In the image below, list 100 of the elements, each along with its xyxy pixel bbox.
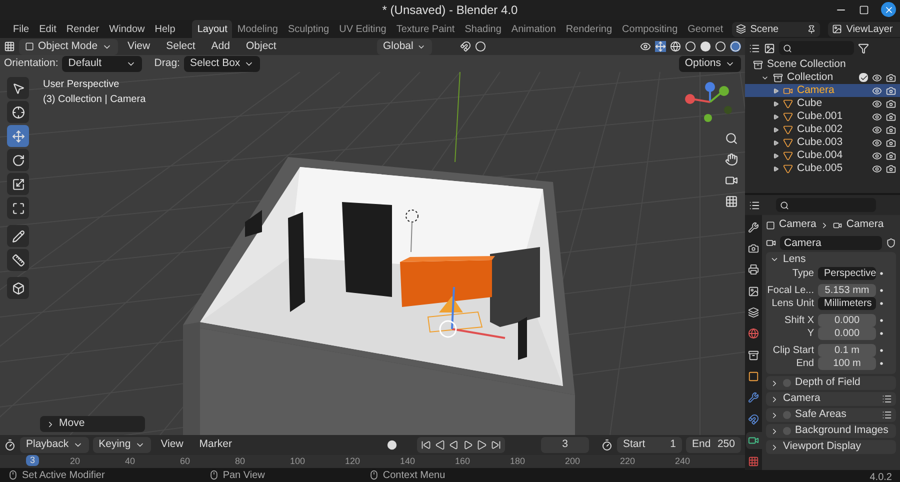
outliner-item[interactable]: Collection (787, 70, 834, 86)
outliner-row[interactable]: Cube.001 (745, 110, 900, 123)
eye-icon[interactable] (872, 86, 882, 96)
workspace-tab[interactable]: Layout (192, 20, 232, 38)
properties-tab[interactable] (746, 432, 762, 449)
hand-icon[interactable] (725, 153, 738, 166)
tool-button[interactable] (7, 225, 29, 247)
prev-keyframe-icon[interactable] (434, 440, 445, 450)
menu-item[interactable]: Help (150, 22, 180, 36)
checkbox[interactable] (783, 379, 791, 387)
keyframe-dot-icon[interactable] (880, 362, 883, 365)
snap-icon[interactable] (460, 41, 471, 52)
tool-button[interactable] (7, 197, 29, 219)
menu-item[interactable]: Edit (34, 22, 62, 36)
checkbox[interactable] (783, 411, 791, 419)
expand-icon[interactable] (773, 152, 779, 158)
outliner-row[interactable]: Cube (745, 97, 900, 110)
visibility-icon[interactable] (640, 41, 651, 52)
maximize-icon[interactable] (859, 4, 869, 14)
tool-button[interactable] (7, 149, 29, 171)
wireframe-shading-icon[interactable] (685, 41, 696, 52)
number-field[interactable]: 0.000 (818, 314, 876, 327)
tool-button[interactable] (7, 249, 29, 271)
scene-field[interactable]: Scene (732, 22, 820, 36)
play-reverse-icon[interactable] (448, 440, 459, 450)
gizmo-icon[interactable] (655, 41, 666, 52)
eye-icon[interactable] (872, 164, 882, 174)
solid-shading-icon[interactable] (700, 41, 711, 52)
keyframe-dot-icon[interactable] (880, 349, 883, 352)
number-field[interactable]: 0.000 (818, 327, 876, 340)
menu-item[interactable]: Select (160, 38, 202, 54)
workspace-tab[interactable]: Texture Paint (391, 20, 460, 38)
camera-icon[interactable] (766, 238, 776, 248)
menu-item[interactable]: Object (240, 38, 282, 54)
keyframe-dot-icon[interactable] (880, 319, 883, 322)
options-dropdown[interactable]: Options (678, 56, 741, 72)
search-field[interactable] (776, 198, 876, 212)
camera-icon[interactable] (886, 72, 896, 82)
presets-icon[interactable] (882, 410, 892, 420)
camera-icon[interactable] (886, 98, 896, 108)
panel-header[interactable]: Safe Areas (766, 408, 896, 422)
workspace-tab[interactable]: Geomet (682, 20, 728, 38)
checkbox[interactable] (783, 427, 791, 435)
menu-item[interactable]: Render (61, 22, 104, 36)
camera-icon[interactable] (886, 150, 896, 160)
record-icon[interactable] (386, 440, 397, 450)
expand-icon[interactable] (773, 114, 779, 120)
expand-icon[interactable] (773, 126, 779, 132)
datablock-field[interactable]: Camera (780, 236, 882, 250)
view-layer-field[interactable]: ViewLayer (828, 22, 900, 36)
property-dropdown[interactable]: Millimeters (818, 297, 876, 310)
number-field[interactable]: 0.1 m (818, 344, 876, 357)
expand-icon[interactable] (773, 140, 779, 146)
eye-icon[interactable] (872, 112, 882, 122)
drag-dropdown[interactable]: Select Box (184, 56, 260, 72)
filter-icon[interactable] (858, 42, 869, 54)
camera-icon[interactable] (886, 124, 896, 134)
keyframe-dot-icon[interactable] (880, 302, 883, 305)
workspace-tab[interactable]: Shading (460, 20, 506, 38)
workspace-tab[interactable]: Animation (506, 20, 561, 38)
expand-icon[interactable] (773, 100, 779, 106)
workspace-tab[interactable]: Sculpting (282, 20, 334, 38)
material-shading-icon[interactable] (715, 41, 726, 52)
workspace-tab[interactable]: Rendering (560, 20, 618, 38)
menu-item[interactable]: Window (104, 22, 150, 36)
play-icon[interactable] (462, 440, 473, 450)
mode-dropdown[interactable]: Object Mode (19, 38, 118, 54)
property-dropdown[interactable]: Perspective (818, 267, 876, 280)
outliner-row[interactable]: Cube.003 (745, 136, 900, 149)
orientation-dropdown[interactable]: Global (377, 38, 432, 54)
keyframe-dot-icon[interactable] (880, 332, 883, 335)
editor-type-icon[interactable] (4, 41, 15, 52)
expand-icon[interactable] (773, 166, 779, 172)
menu-item[interactable]: View (122, 38, 156, 54)
jump-start-icon[interactable] (420, 440, 431, 450)
jump-end-icon[interactable] (490, 440, 501, 450)
editor-type-icon[interactable] (749, 200, 760, 210)
eye-icon[interactable] (872, 124, 882, 134)
search-field[interactable] (779, 41, 854, 55)
playhead-marker[interactable]: 3 (26, 455, 40, 466)
outliner-row[interactable]: Cube.002 (745, 123, 900, 136)
end-frame-field[interactable]: End 250 (686, 437, 741, 453)
workspace-tab[interactable]: UV Editing (334, 20, 392, 38)
menu-item[interactable]: View (154, 437, 190, 453)
overlay-icon[interactable] (670, 41, 681, 52)
grid-icon[interactable] (725, 195, 738, 208)
panel-header[interactable]: Background Images (766, 424, 896, 438)
outliner-row[interactable]: Cube.004 (745, 149, 900, 162)
eye-icon[interactable] (872, 98, 882, 108)
panel-header[interactable]: Viewport Display (766, 440, 896, 454)
current-frame-field[interactable]: 3 (541, 437, 589, 453)
menu-dropdown[interactable]: Playback (20, 437, 89, 453)
start-frame-field[interactable]: Start 1 (617, 437, 682, 453)
outliner-item[interactable]: Scene Collection (767, 56, 846, 72)
menu-item[interactable]: File (8, 22, 34, 36)
tool-button[interactable] (7, 277, 29, 299)
checkbox[interactable] (859, 73, 868, 82)
rendered-shading-icon[interactable] (730, 41, 741, 52)
camera-icon[interactable] (886, 86, 896, 96)
zoom-icon[interactable] (725, 132, 738, 145)
